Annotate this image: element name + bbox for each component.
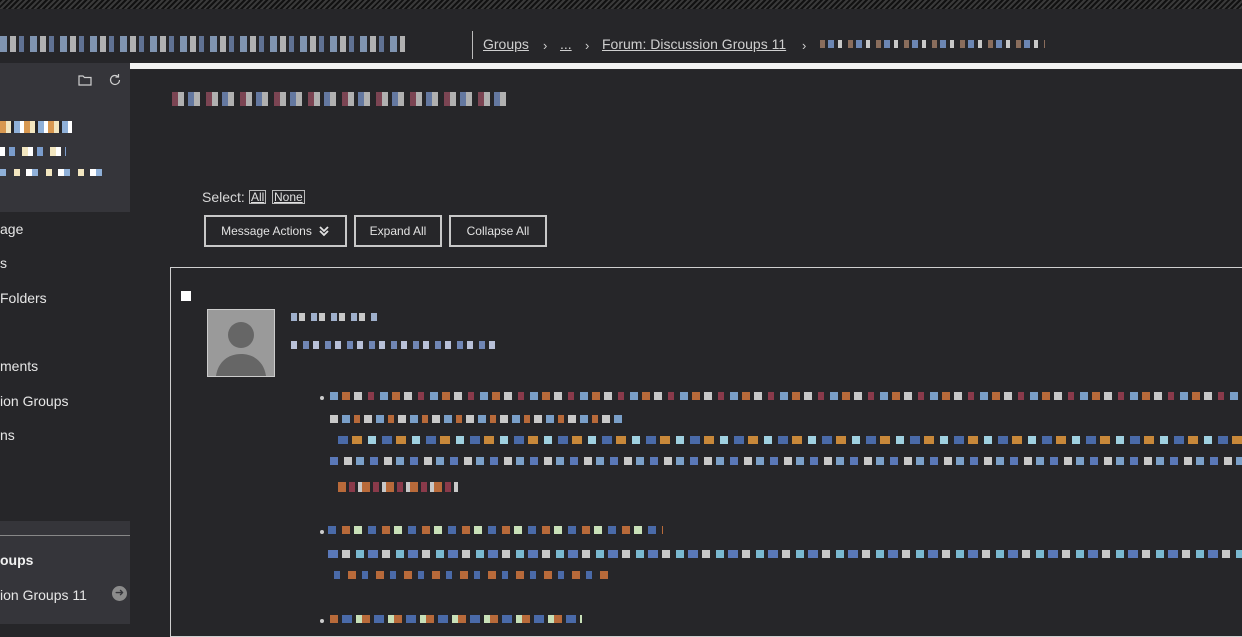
breadcrumb-groups[interactable]: Groups [483, 36, 529, 52]
avatar [207, 309, 275, 377]
sidebar-user-name [0, 147, 66, 156]
message-text-line [330, 457, 1242, 465]
sidebar-header [0, 63, 130, 212]
message-author[interactable] [291, 313, 377, 321]
user-silhouette-icon [208, 310, 274, 376]
sidebar-item-2[interactable]: s [0, 255, 7, 271]
sidebar-logo [0, 121, 72, 133]
message-actions-button[interactable]: Message Actions [204, 215, 347, 247]
list-bullet [320, 530, 324, 534]
folder-icon[interactable] [78, 73, 92, 87]
message-text-line [338, 436, 1242, 444]
select-none-link[interactable]: None [272, 190, 305, 204]
message-panel [170, 267, 1242, 637]
list-bullet [320, 619, 324, 623]
sidebar-item-forums[interactable]: ns [0, 427, 15, 443]
message-text-line [328, 526, 663, 534]
sidebar-section-title: oups [0, 552, 34, 568]
sidebar-divider [0, 535, 130, 536]
message-checkbox[interactable] [181, 291, 191, 301]
sidebar-groups-panel [0, 521, 130, 624]
select-all-link[interactable]: All [249, 190, 267, 204]
sidebar-item-home[interactable]: age [0, 221, 23, 237]
page-title [172, 92, 508, 106]
top-strip [0, 0, 1242, 9]
message-text-line [328, 550, 1242, 558]
message-text-line [330, 392, 1242, 400]
message-text-line [334, 571, 614, 579]
breadcrumb-separator: › [543, 38, 548, 53]
message-text-line [330, 415, 626, 423]
sidebar: age s Folders ments ion Groups ns oups i… [0, 63, 130, 624]
sidebar-item-folders[interactable]: Folders [0, 290, 47, 306]
select-label: Select: [202, 189, 245, 205]
message-text-line [330, 615, 582, 623]
message-text-line [338, 482, 458, 492]
top-bar: Groups › ... › Forum: Discussion Groups … [0, 9, 1242, 63]
header-divider [472, 31, 473, 59]
breadcrumb-separator: › [585, 38, 590, 53]
breadcrumb-separator: › [802, 38, 807, 53]
sidebar-item-announcements[interactable]: ments [0, 358, 38, 374]
arrow-right-circle-icon[interactable]: ➜ [112, 586, 127, 601]
message-actions-label: Message Actions [221, 224, 312, 238]
sidebar-item-discussion-groups-11[interactable]: ion Groups 11 [0, 587, 87, 603]
site-title[interactable] [0, 36, 405, 52]
breadcrumb-forum[interactable]: Forum: Discussion Groups 11 [602, 36, 786, 52]
sidebar-user-info [0, 169, 107, 176]
refresh-icon[interactable] [108, 73, 122, 87]
double-chevron-down-icon [319, 226, 329, 237]
message-date [291, 341, 495, 349]
list-bullet [320, 396, 324, 400]
content-top-rule [130, 63, 1242, 69]
expand-all-button[interactable]: Expand All [354, 215, 442, 247]
breadcrumb-ellipsis[interactable]: ... [560, 36, 572, 52]
sidebar-item-discussion-groups[interactable]: ion Groups [0, 393, 68, 409]
collapse-all-button[interactable]: Collapse All [449, 215, 547, 247]
breadcrumb-current [820, 40, 1045, 48]
